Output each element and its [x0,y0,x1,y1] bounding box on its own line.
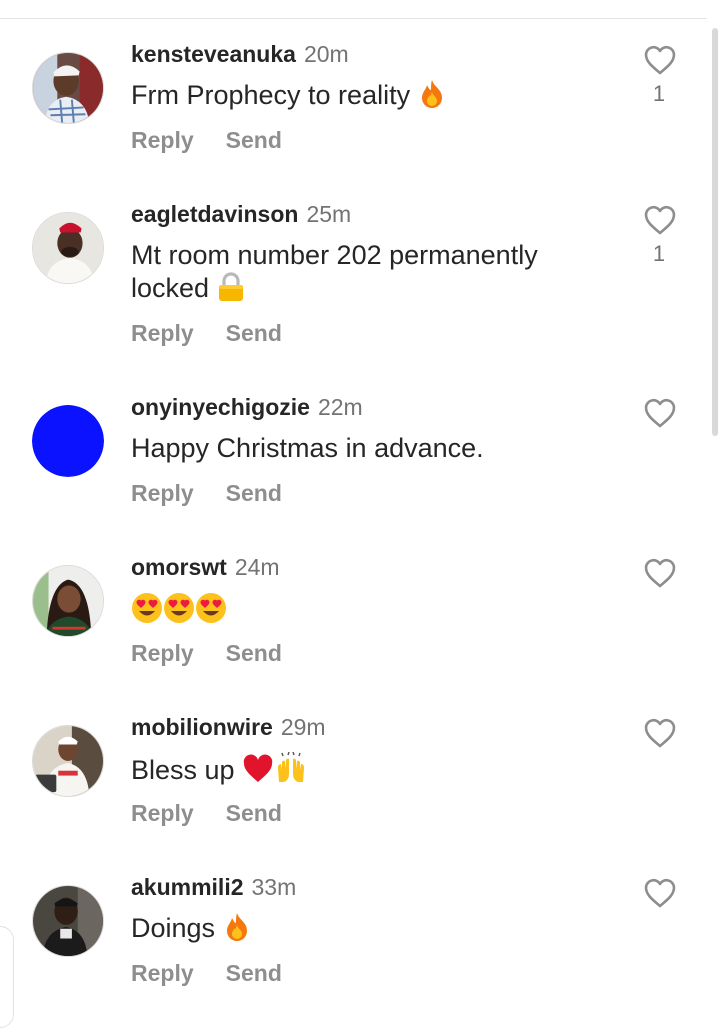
comment-meta: kensteveanuka 20m [131,40,349,68]
heart-eyes-emoji [131,592,163,632]
timestamp: 29m [280,714,326,740]
heart-eyes-emoji [163,592,195,632]
comment-actions: Reply Send [131,479,282,507]
reply-button[interactable]: Reply [131,800,194,826]
avatar[interactable] [32,212,104,284]
fire-emoji [418,79,446,117]
avatar[interactable] [32,885,104,957]
red-heart-emoji [242,754,274,792]
send-button[interactable]: Send [226,480,282,506]
comment-actions: Reply Send [131,126,282,154]
username[interactable]: mobilionwire [131,714,273,740]
heart-eyes-emoji [195,592,227,632]
comment-body: Bless up [131,755,235,785]
like-count: 1 [652,81,666,106]
send-button[interactable]: Send [226,320,282,346]
heart-outline-icon[interactable] [643,557,677,589]
comment-body: Doings [131,913,216,943]
send-button[interactable]: Send [226,800,282,826]
comment-text: Frm Prophecy to reality [131,79,591,117]
send-button[interactable]: Send [226,960,282,986]
heart-outline-icon[interactable] [643,877,677,909]
username[interactable]: eagletdavinson [131,201,298,227]
comment-text: Doings [131,912,591,950]
send-button[interactable]: Send [226,640,282,666]
timestamp: 25m [306,201,352,227]
reply-button[interactable]: Reply [131,640,194,666]
side-tab [0,926,14,1028]
comment-meta: omorswt 24m [131,553,280,581]
heart-outline-icon[interactable] [643,397,677,429]
raised-hands-emoji [274,751,308,792]
comment-meta: mobilionwire 29m [131,713,326,741]
comment-meta: eagletdavinson 25m [131,200,351,228]
username[interactable]: akummili2 [131,874,244,900]
comment-actions: Reply Send [131,639,282,667]
heart-outline-icon[interactable] [643,717,677,749]
fire-emoji [223,912,251,950]
timestamp: 22m [317,394,363,420]
comment-body: Mt room number 202 permanently locked [131,240,538,303]
reply-button[interactable]: Reply [131,127,194,153]
heart-outline-icon[interactable] [643,204,677,236]
top-divider [0,18,707,19]
comment-body: Frm Prophecy to reality [131,80,411,110]
avatar[interactable] [32,405,104,477]
send-button[interactable]: Send [226,127,282,153]
comment-text: Mt room number 202 permanently locked [131,239,591,310]
comment-actions: Reply Send [131,319,282,347]
timestamp: 24m [234,554,280,580]
username[interactable]: onyinyechigozie [131,394,310,420]
username[interactable]: kensteveanuka [131,41,296,67]
comment-meta: akummili2 33m [131,873,296,901]
comment-text: Happy Christmas in advance. [131,432,591,465]
comment-text [131,592,591,632]
comment-body: Happy Christmas in advance. [131,433,484,463]
avatar[interactable] [32,52,104,124]
reply-button[interactable]: Reply [131,480,194,506]
reply-button[interactable]: Reply [131,960,194,986]
scrollbar[interactable] [712,28,718,436]
comment-text: Bless up [131,751,591,792]
timestamp: 33m [251,874,297,900]
reply-button[interactable]: Reply [131,320,194,346]
comment-actions: Reply Send [131,959,282,987]
heart-outline-icon[interactable] [643,44,677,76]
like-count: 1 [652,241,666,266]
comment-actions: Reply Send [131,799,282,827]
avatar[interactable] [32,725,104,797]
username[interactable]: omorswt [131,554,227,580]
comment-meta: onyinyechigozie 22m [131,393,363,421]
lock-emoji [217,272,245,310]
avatar[interactable] [32,565,104,637]
timestamp: 20m [303,41,349,67]
